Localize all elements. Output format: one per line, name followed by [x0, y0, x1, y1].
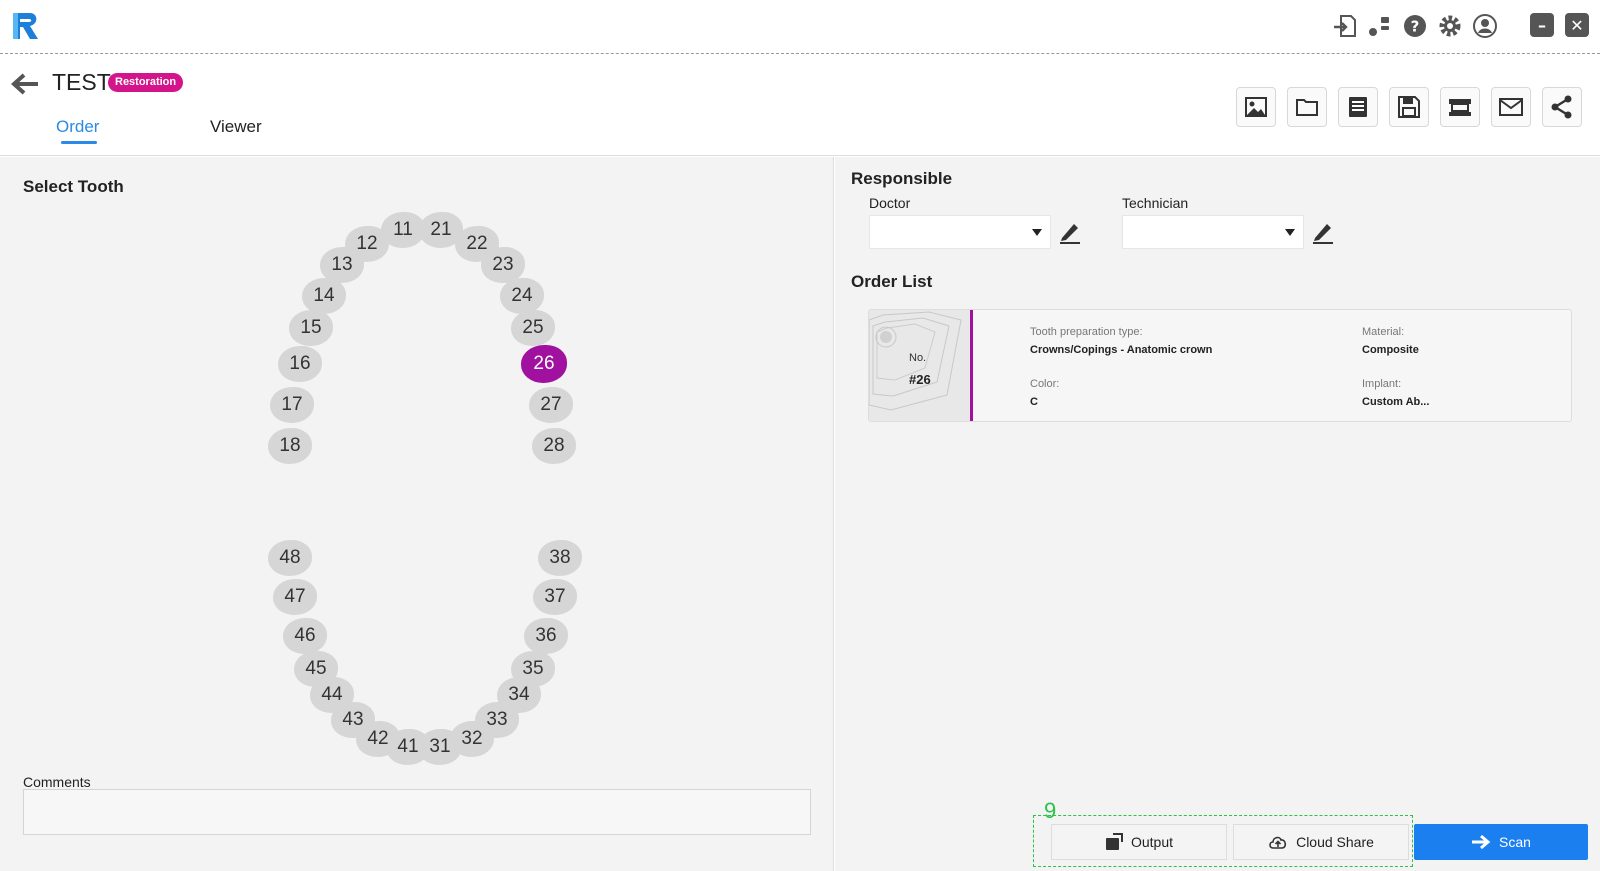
tooth-outline-icon — [869, 311, 962, 411]
minimize-icon[interactable]: – — [1530, 13, 1554, 37]
tooth-26[interactable]: 26 — [521, 345, 567, 383]
technician-label: Technician — [1122, 195, 1189, 211]
folder-icon[interactable] — [1287, 87, 1327, 127]
import-icon[interactable] — [1330, 11, 1360, 41]
tooth-15[interactable]: 15 — [289, 310, 333, 346]
image-icon[interactable] — [1236, 87, 1276, 127]
back-arrow-icon[interactable] — [10, 71, 40, 97]
material-value: Composite — [1362, 344, 1419, 356]
app-logo-icon — [13, 13, 38, 39]
prep-type-value: Crowns/Copings - Anatomic crown — [1030, 344, 1213, 356]
comments-field[interactable] — [23, 789, 811, 835]
restoration-badge: Restoration — [108, 73, 184, 92]
select-tooth-panel: Select Tooth 11 12 13 14 15 16 17 18 21 … — [0, 157, 834, 871]
tooth-28[interactable]: 28 — [532, 428, 576, 464]
color-value: C — [1030, 396, 1038, 408]
settings-icon[interactable] — [1435, 11, 1465, 41]
document-icon[interactable] — [1338, 87, 1378, 127]
help-icon[interactable]: ? — [1400, 11, 1430, 41]
arrow-right-icon — [1472, 834, 1491, 850]
share-icon[interactable] — [1542, 87, 1582, 127]
save-icon[interactable] — [1389, 87, 1429, 127]
material-label: Material: — [1362, 326, 1405, 338]
edit-technician-icon[interactable] — [1310, 219, 1336, 245]
close-icon[interactable]: ✕ — [1565, 13, 1589, 37]
chevron-down-icon — [1032, 229, 1042, 236]
svg-text:?: ? — [1411, 18, 1420, 36]
tooth-thumbnail: No. #26 — [869, 310, 973, 421]
cloud-share-label: Cloud Share — [1296, 834, 1374, 850]
tooth-16[interactable]: 16 — [278, 346, 322, 382]
doctor-label: Doctor — [869, 195, 911, 211]
tooth-37[interactable]: 37 — [533, 579, 577, 615]
mail-icon[interactable] — [1491, 87, 1531, 127]
tooth-24[interactable]: 24 — [500, 278, 544, 314]
cloud-share-button[interactable]: Cloud Share — [1233, 824, 1409, 860]
tooth-17[interactable]: 17 — [270, 387, 314, 423]
account-icon[interactable] — [1470, 11, 1500, 41]
order-no-label: No. — [909, 352, 927, 364]
implant-value: Custom Ab... — [1362, 396, 1430, 408]
scan-label: Scan — [1499, 834, 1531, 850]
order-panel: Responsible Doctor Technician Order List — [835, 157, 1600, 871]
connect-icon[interactable] — [1365, 11, 1395, 41]
tab-viewer[interactable]: Viewer — [210, 117, 262, 137]
comments-label: Comments — [23, 774, 91, 790]
tooth-18[interactable]: 18 — [268, 428, 312, 464]
title-bar: ? – ✕ — [0, 0, 1600, 54]
case-header: TEST Restoration Order Viewer — [0, 55, 1600, 156]
tooth-46[interactable]: 46 — [283, 618, 327, 654]
order-no: #26 — [909, 372, 931, 387]
tooth-27[interactable]: 27 — [529, 387, 573, 423]
responsible-title: Responsible — [851, 169, 953, 188]
tooth-48[interactable]: 48 — [268, 540, 312, 576]
select-tooth-title: Select Tooth — [23, 177, 124, 196]
output-button[interactable]: Output — [1051, 824, 1227, 860]
implant-label: Implant: — [1362, 378, 1402, 390]
tooth-36[interactable]: 36 — [524, 618, 568, 654]
order-list-title: Order List — [851, 272, 933, 291]
edit-doctor-icon[interactable] — [1057, 219, 1083, 245]
technician-select[interactable] — [1122, 215, 1304, 249]
case-title: TEST — [52, 69, 111, 95]
tooth-25[interactable]: 25 — [511, 310, 555, 346]
tab-order[interactable]: Order — [56, 117, 99, 144]
cloud-upload-icon — [1269, 836, 1287, 849]
tooth-35[interactable]: 35 — [511, 651, 555, 687]
color-label: Color: — [1030, 378, 1060, 390]
doctor-select[interactable] — [869, 215, 1051, 249]
order-list-item[interactable]: No. #26 Tooth preparation type: Crowns/C… — [868, 309, 1572, 422]
chevron-down-icon — [1285, 229, 1295, 236]
scanner-icon[interactable] — [1440, 87, 1480, 127]
output-icon — [1105, 833, 1123, 850]
tooth-47[interactable]: 47 — [273, 579, 317, 615]
prep-type-label: Tooth preparation type: — [1030, 326, 1143, 338]
tooth-45[interactable]: 45 — [294, 651, 338, 687]
tooth-14[interactable]: 14 — [302, 278, 346, 314]
scan-button[interactable]: Scan — [1414, 824, 1588, 860]
tooth-38[interactable]: 38 — [538, 540, 582, 576]
output-label: Output — [1130, 834, 1174, 850]
